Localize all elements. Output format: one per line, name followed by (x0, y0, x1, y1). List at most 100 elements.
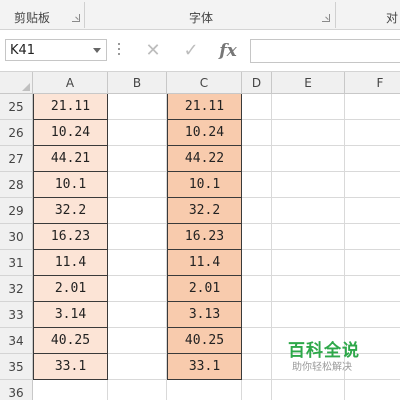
cell-e-empty[interactable] (272, 224, 345, 250)
cell-f-empty[interactable] (345, 120, 400, 146)
cell-column-a[interactable]: 2.01 (33, 276, 108, 302)
cell-e-empty[interactable] (272, 380, 345, 400)
cell-column-a[interactable]: 10.1 (33, 172, 108, 198)
cell-d-empty[interactable] (242, 198, 272, 224)
row-header[interactable]: 35 (0, 354, 33, 380)
cell-f-empty[interactable] (345, 146, 400, 172)
column-header-f[interactable]: F (345, 72, 400, 94)
cell-b-empty[interactable] (108, 354, 167, 380)
cell-f-empty[interactable] (345, 172, 400, 198)
cell-column-c[interactable]: 3.13 (167, 302, 242, 328)
cell-column-a[interactable]: 40.25 (33, 328, 108, 354)
cell-d-empty[interactable] (242, 120, 272, 146)
cell-f-empty[interactable] (345, 94, 400, 120)
watermark-subtitle: 助你轻松解决 (292, 362, 352, 373)
cell-f-empty[interactable] (345, 380, 400, 400)
ribbon-group-font[interactable]: 字体 (85, 0, 335, 30)
cell-d-empty[interactable] (242, 302, 272, 328)
cell-d-empty[interactable] (242, 146, 272, 172)
cell-e-empty[interactable] (272, 120, 345, 146)
cell-column-a[interactable]: 33.1 (33, 354, 108, 380)
cell-column-c[interactable]: 33.1 (167, 354, 242, 380)
cell-e-empty[interactable] (272, 250, 345, 276)
cell-b-empty[interactable] (108, 276, 167, 302)
cell-b-empty[interactable] (108, 146, 167, 172)
row-header[interactable]: 25 (0, 94, 33, 120)
row-header[interactable]: 36 (0, 380, 33, 400)
cell-column-c[interactable]: 10.24 (167, 120, 242, 146)
drag-handle-icon[interactable] (118, 43, 121, 57)
cell-e-empty[interactable] (272, 146, 345, 172)
ribbon-group-clipboard[interactable]: 剪贴板 (0, 0, 84, 30)
cell-f-empty[interactable] (345, 302, 400, 328)
row-header[interactable]: 26 (0, 120, 33, 146)
row-header[interactable]: 32 (0, 276, 33, 302)
column-header-d[interactable]: D (242, 72, 272, 94)
cell-f-empty[interactable] (345, 224, 400, 250)
cell-d-empty[interactable] (242, 276, 272, 302)
cell-column-c[interactable]: 10.1 (167, 172, 242, 198)
column-header-a[interactable]: A (33, 72, 108, 94)
row-header[interactable]: 29 (0, 198, 33, 224)
cell-column-a[interactable]: 21.11 (33, 94, 108, 120)
cell-column-c[interactable]: 16.23 (167, 224, 242, 250)
cell-column-c[interactable]: 40.25 (167, 328, 242, 354)
cell-d-empty[interactable] (242, 250, 272, 276)
cell-e-empty[interactable] (272, 172, 345, 198)
cell-e-empty[interactable] (272, 198, 345, 224)
cell-d-empty[interactable] (242, 380, 272, 400)
cell-column-a[interactable]: 44.21 (33, 146, 108, 172)
cell-column-a[interactable]: 32.2 (33, 198, 108, 224)
cell-b-empty[interactable] (108, 328, 167, 354)
cell-b-empty[interactable] (108, 172, 167, 198)
chevron-down-icon[interactable] (93, 48, 101, 53)
cell-column-a[interactable]: 16.23 (33, 224, 108, 250)
column-header-b[interactable]: B (108, 72, 167, 94)
cell-b-empty[interactable] (108, 94, 167, 120)
cell-e-empty[interactable] (272, 302, 345, 328)
enter-icon[interactable]: ✓ (178, 39, 204, 63)
cell-column-a[interactable]: 10.24 (33, 120, 108, 146)
dialog-launcher-icon[interactable] (72, 14, 80, 22)
ribbon-group-alignment[interactable]: 对 (336, 0, 400, 30)
row-header[interactable]: 33 (0, 302, 33, 328)
cell-b-empty[interactable] (108, 302, 167, 328)
cell-d-empty[interactable] (242, 354, 272, 380)
cell-e-empty[interactable] (272, 276, 345, 302)
formula-input[interactable] (250, 39, 400, 63)
cell-f-empty[interactable] (345, 276, 400, 302)
cell-column-a[interactable]: 11.4 (33, 250, 108, 276)
cell-f-empty[interactable] (345, 250, 400, 276)
cell-b-empty[interactable] (108, 120, 167, 146)
cell-b-empty[interactable] (108, 224, 167, 250)
cell-column-c[interactable]: 32.2 (167, 198, 242, 224)
cell-b-empty[interactable] (108, 380, 167, 400)
cancel-icon[interactable]: ✕ (140, 39, 166, 63)
cell-e-empty[interactable] (272, 94, 345, 120)
cell-b-empty[interactable] (108, 250, 167, 276)
cell-column-a[interactable]: 3.14 (33, 302, 108, 328)
row-header[interactable]: 34 (0, 328, 33, 354)
cell-column-c[interactable]: 21.11 (167, 94, 242, 120)
cell-column-c[interactable]: 44.22 (167, 146, 242, 172)
insert-function-icon[interactable]: fx (214, 39, 242, 63)
column-header-e[interactable]: E (272, 72, 345, 94)
column-header-c[interactable]: C (167, 72, 242, 94)
select-all-button[interactable] (0, 72, 33, 94)
row-header[interactable]: 31 (0, 250, 33, 276)
row-header[interactable]: 27 (0, 146, 33, 172)
cell-column-c[interactable]: 2.01 (167, 276, 242, 302)
cell-column-a[interactable] (33, 380, 108, 400)
row-header[interactable]: 28 (0, 172, 33, 198)
cell-column-c[interactable]: 11.4 (167, 250, 242, 276)
cell-d-empty[interactable] (242, 172, 272, 198)
name-box[interactable]: K41 (5, 39, 107, 61)
cell-d-empty[interactable] (242, 94, 272, 120)
dialog-launcher-icon[interactable] (322, 14, 330, 22)
row-header[interactable]: 30 (0, 224, 33, 250)
cell-column-c[interactable] (167, 380, 242, 400)
cell-d-empty[interactable] (242, 224, 272, 250)
cell-d-empty[interactable] (242, 328, 272, 354)
cell-b-empty[interactable] (108, 198, 167, 224)
cell-f-empty[interactable] (345, 198, 400, 224)
